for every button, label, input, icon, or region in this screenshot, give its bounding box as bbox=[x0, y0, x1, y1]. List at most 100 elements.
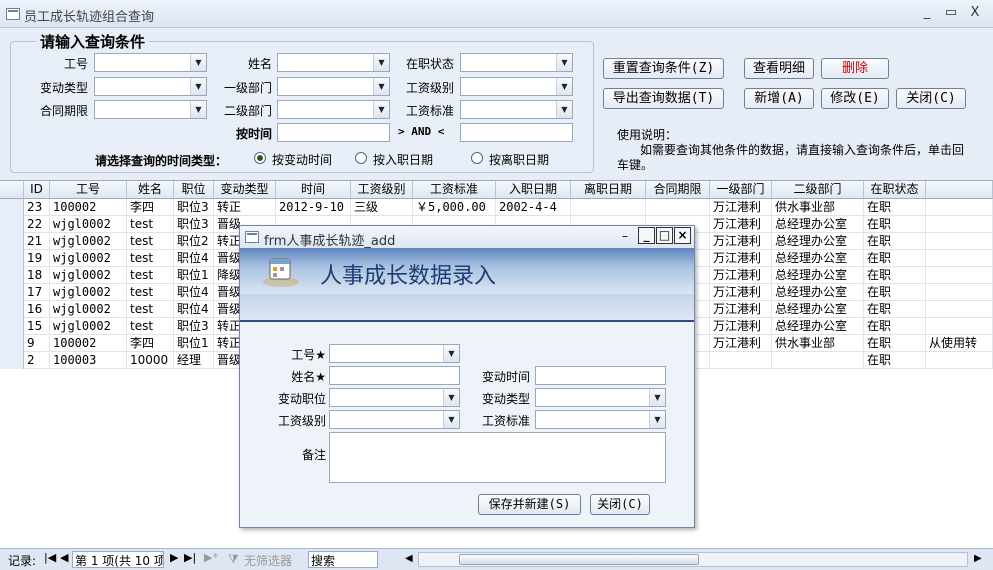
table-cell[interactable]: 总经理办公室 bbox=[772, 301, 864, 318]
chevron-down-icon[interactable]: ▼ bbox=[373, 54, 389, 71]
close-button[interactable]: 关闭(C) bbox=[896, 88, 966, 109]
table-cell[interactable]: 在职 bbox=[864, 267, 926, 284]
table-cell[interactable]: 15 bbox=[24, 318, 50, 335]
table-cell[interactable] bbox=[926, 267, 993, 284]
table-cell[interactable]: 总经理办公室 bbox=[772, 318, 864, 335]
emp-no-combo[interactable]: ▼ bbox=[94, 53, 207, 72]
chevron-down-icon[interactable]: ▼ bbox=[649, 411, 665, 428]
radio-hire-date[interactable] bbox=[355, 152, 367, 164]
table-cell[interactable]: 供水事业部 bbox=[772, 335, 864, 352]
table-cell[interactable]: wjgl0002 bbox=[50, 233, 127, 250]
table-cell[interactable]: 职位4 bbox=[174, 284, 214, 301]
row-selector[interactable] bbox=[0, 216, 24, 233]
col-header-hire-date[interactable]: 入职日期 bbox=[496, 181, 571, 199]
position-field[interactable]: ▼ bbox=[329, 388, 460, 407]
save-and-new-button[interactable]: 保存并新建(S) bbox=[478, 494, 581, 515]
time-to-input[interactable] bbox=[460, 123, 573, 142]
table-cell[interactable]: 2002-4-4 bbox=[496, 199, 571, 216]
table-cell[interactable]: 万江港利 bbox=[710, 267, 772, 284]
table-cell[interactable]: 职位4 bbox=[174, 250, 214, 267]
chevron-down-icon[interactable]: ▼ bbox=[190, 101, 206, 118]
scroll-right-icon[interactable]: ▶ bbox=[974, 553, 982, 564]
filter-icon[interactable]: ⧩ bbox=[228, 552, 239, 567]
dialog-maximize-button[interactable]: □ bbox=[656, 227, 673, 244]
contract-combo[interactable]: ▼ bbox=[94, 100, 207, 119]
change-type-combo[interactable]: ▼ bbox=[94, 77, 207, 96]
filter-status[interactable]: 无筛选器 bbox=[244, 552, 292, 569]
table-cell[interactable]: 职位1 bbox=[174, 267, 214, 284]
table-cell[interactable]: 总经理办公室 bbox=[772, 267, 864, 284]
table-cell[interactable]: wjgl0002 bbox=[50, 318, 127, 335]
table-cell[interactable] bbox=[926, 352, 993, 369]
row-selector[interactable] bbox=[0, 301, 24, 318]
row-selector[interactable] bbox=[0, 284, 24, 301]
table-cell[interactable]: 17 bbox=[24, 284, 50, 301]
change-type-field[interactable]: ▼ bbox=[535, 388, 666, 407]
table-cell[interactable]: 在职 bbox=[864, 216, 926, 233]
delete-button[interactable]: 删除 bbox=[821, 58, 889, 79]
table-cell[interactable]: 供水事业部 bbox=[772, 199, 864, 216]
table-cell[interactable]: 李四 bbox=[127, 335, 174, 352]
col-header-extra[interactable] bbox=[926, 181, 993, 199]
name-field[interactable] bbox=[329, 366, 460, 385]
table-cell[interactable]: 职位3 bbox=[174, 216, 214, 233]
chevron-down-icon[interactable]: ▼ bbox=[190, 78, 206, 95]
add-button[interactable]: 新增(A) bbox=[744, 88, 814, 109]
table-cell[interactable]: 职位3 bbox=[174, 199, 214, 216]
table-cell[interactable] bbox=[926, 216, 993, 233]
table-cell[interactable] bbox=[926, 250, 993, 267]
row-selector[interactable] bbox=[0, 199, 24, 216]
col-header-change-type[interactable]: 变动类型 bbox=[214, 181, 276, 199]
chevron-down-icon[interactable]: ▼ bbox=[443, 345, 459, 362]
table-cell[interactable]: 万江港利 bbox=[710, 199, 772, 216]
table-cell[interactable]: 职位2 bbox=[174, 233, 214, 250]
table-cell[interactable]: 在职 bbox=[864, 199, 926, 216]
minimize-button[interactable]: _ bbox=[918, 5, 936, 20]
table-cell[interactable]: 万江港利 bbox=[710, 301, 772, 318]
first-record-icon[interactable]: |◀ bbox=[44, 551, 56, 564]
export-button[interactable]: 导出查询数据(T) bbox=[603, 88, 724, 109]
table-cell[interactable]: 100002 bbox=[50, 335, 127, 352]
col-header-status[interactable]: 在职状态 bbox=[864, 181, 926, 199]
col-header-emp-no[interactable]: 工号 bbox=[50, 181, 127, 199]
dialog-minimize-button[interactable]: _ bbox=[638, 227, 655, 244]
select-all-corner[interactable] bbox=[0, 181, 24, 199]
table-cell[interactable]: wjgl0002 bbox=[50, 284, 127, 301]
chevron-down-icon[interactable]: ▼ bbox=[443, 389, 459, 406]
status-combo[interactable]: ▼ bbox=[460, 53, 573, 72]
table-cell[interactable]: test bbox=[127, 318, 174, 335]
table-cell[interactable]: 在职 bbox=[864, 284, 926, 301]
table-cell[interactable]: 100002 bbox=[50, 199, 127, 216]
radio-leave-date[interactable] bbox=[471, 152, 483, 164]
row-selector[interactable] bbox=[0, 352, 24, 369]
horizontal-scrollbar[interactable] bbox=[418, 552, 968, 567]
dept2-combo[interactable]: ▼ bbox=[277, 100, 390, 119]
table-cell[interactable]: wjgl0002 bbox=[50, 216, 127, 233]
chevron-down-icon[interactable]: ▼ bbox=[649, 389, 665, 406]
scrollbar-thumb[interactable] bbox=[459, 554, 699, 565]
dept1-combo[interactable]: ▼ bbox=[277, 77, 390, 96]
table-cell[interactable]: 在职 bbox=[864, 318, 926, 335]
table-cell[interactable]: 总经理办公室 bbox=[772, 233, 864, 250]
col-header-dept2[interactable]: 二级部门 bbox=[772, 181, 864, 199]
table-cell[interactable]: 经理 bbox=[174, 352, 214, 369]
table-cell[interactable]: 万江港利 bbox=[710, 216, 772, 233]
chevron-down-icon[interactable]: ▼ bbox=[190, 54, 206, 71]
table-cell[interactable]: 在职 bbox=[864, 233, 926, 250]
table-cell[interactable]: test bbox=[127, 216, 174, 233]
table-cell[interactable]: 职位3 bbox=[174, 318, 214, 335]
radio-change-time[interactable] bbox=[254, 152, 266, 164]
wage-std-combo[interactable]: ▼ bbox=[460, 100, 573, 119]
col-header-time[interactable]: 时间 bbox=[276, 181, 351, 199]
table-cell[interactable]: 万江港利 bbox=[710, 250, 772, 267]
table-cell[interactable] bbox=[710, 352, 772, 369]
table-cell[interactable] bbox=[926, 284, 993, 301]
row-selector[interactable] bbox=[0, 335, 24, 352]
row-selector[interactable] bbox=[0, 250, 24, 267]
record-nav-input[interactable]: 第 1 项(共 10 项 bbox=[72, 551, 164, 568]
scroll-left-icon[interactable]: ◀ bbox=[405, 553, 413, 564]
table-cell[interactable]: 万江港利 bbox=[710, 284, 772, 301]
chevron-down-icon[interactable]: ▼ bbox=[373, 101, 389, 118]
table-cell[interactable]: 23 bbox=[24, 199, 50, 216]
change-time-field[interactable] bbox=[535, 366, 666, 385]
